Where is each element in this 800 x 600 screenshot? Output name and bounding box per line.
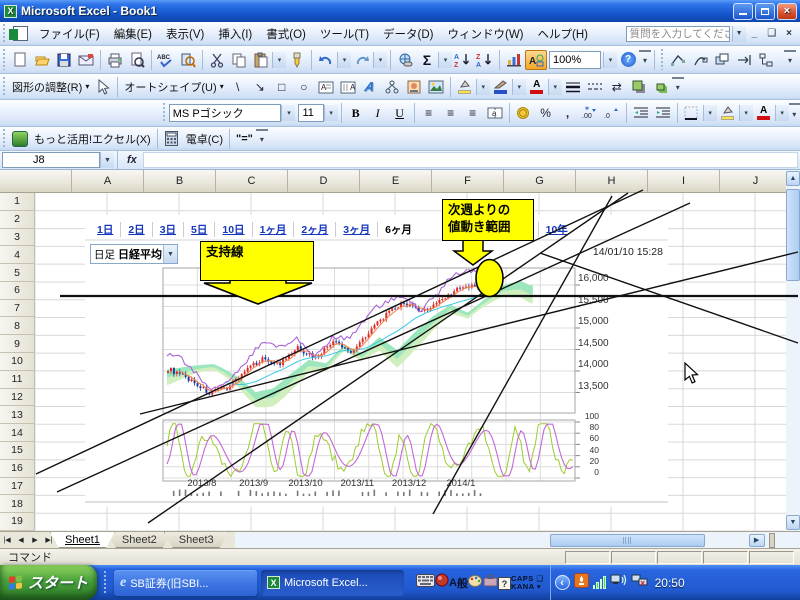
oscillator-tick: 100 <box>577 411 599 421</box>
tray-collapse-icon[interactable]: ‹ <box>555 575 570 590</box>
range-callout[interactable]: 次週よりの 値動き範囲 <box>442 199 534 241</box>
period-tab[interactable]: 3ヶ月 <box>335 222 377 237</box>
status-bar: コマンド <box>0 548 800 565</box>
horizontal-scroll-thumb[interactable] <box>550 534 705 547</box>
system-tray: ‹ × 20:50 <box>550 565 800 600</box>
first-sheet-icon[interactable]: |◀ <box>0 533 14 547</box>
sheet-tab-bar: |◀ ◀ ▶ ▶| Sheet1Sheet2Sheet3 ▶ <box>0 531 800 548</box>
horizontal-scrollbar[interactable]: ▶ <box>235 532 800 548</box>
oscillator-tick: 60 <box>577 433 599 443</box>
status-pane <box>749 551 794 564</box>
period-tab[interactable]: 6ヶ月 <box>377 222 419 237</box>
sheet-tab[interactable]: Sheet2 <box>107 532 172 548</box>
price-axis: 16,000 15,500 15,000 14,500 14,000 13,500 <box>578 273 609 393</box>
date-label: 2014/1 <box>435 478 487 489</box>
start-button[interactable]: スタート <box>0 565 97 600</box>
period-tab[interactable]: 2日 <box>120 222 151 237</box>
selector-name-label: 日経平均 <box>118 246 162 262</box>
status-mode: コマンド <box>8 549 52 565</box>
stock-chart-object[interactable]: 1日2日3日5日10日1ヶ月2ヶ月3ヶ月6ヶ月3年5年10年 日足 日経平均 ▼… <box>85 215 668 507</box>
clock[interactable]: 20:50 <box>655 576 685 590</box>
oscillator-axis: 1008060 40200 <box>577 411 599 477</box>
oscillator-tick: 0 <box>577 467 599 477</box>
svg-text:×: × <box>640 578 645 588</box>
period-tab[interactable]: 10日 <box>214 222 251 237</box>
tray-security-icon[interactable] <box>574 573 589 593</box>
tab-split-handle[interactable] <box>769 533 775 548</box>
status-pane <box>657 551 702 564</box>
tray-network-error-icon[interactable]: × <box>631 573 649 593</box>
range-callout-text-2: 値動き範囲 <box>448 219 528 236</box>
price-tick: 14,000 <box>578 359 609 371</box>
tray-signal-icon[interactable] <box>593 576 606 589</box>
period-tab[interactable]: 3日 <box>152 222 183 237</box>
vertical-scrollbar[interactable]: ▲ ▼ <box>786 170 800 531</box>
ime-tools-icon[interactable] <box>483 574 498 592</box>
sheet-tab[interactable]: Sheet3 <box>164 532 229 548</box>
scroll-up-icon[interactable]: ▲ <box>786 171 800 186</box>
excel-task-icon: X <box>267 576 280 589</box>
next-sheet-icon[interactable]: ▶ <box>28 533 42 547</box>
selector-type-label: 日足 <box>94 247 115 262</box>
taskbar: スタート e SB証券(旧SBI... X Microsoft Excel...… <box>0 565 800 600</box>
status-pane <box>703 551 748 564</box>
period-tab[interactable]: 2ヶ月 <box>293 222 335 237</box>
task-button-excel[interactable]: X Microsoft Excel... <box>261 570 404 596</box>
support-callout[interactable]: 支持線 <box>200 241 314 281</box>
sheet-tab[interactable]: Sheet1 <box>50 532 115 548</box>
ime-pen-icon[interactable] <box>435 573 449 592</box>
price-tick: 15,500 <box>578 295 609 307</box>
ime-conversion-mode[interactable]: 般 <box>457 575 468 591</box>
sheet-tabs: Sheet1Sheet2Sheet3 <box>58 532 229 548</box>
task-button-browser[interactable]: e SB証券(旧SBI... <box>114 570 257 596</box>
windows-logo-icon <box>9 575 23 590</box>
quote-timestamp: 14/01/10 15:28 <box>485 246 663 258</box>
ime-kana-indicator[interactable]: KANA ▾ <box>511 583 544 591</box>
date-axis: 2013/82013/92013/102013/112013/122014/1 <box>176 478 487 489</box>
range-callout-text-1: 次週よりの <box>448 202 528 219</box>
screen: X Microsoft Excel - Book1 × ファイル(F)編集(E)… <box>0 0 800 600</box>
period-tab[interactable]: 5日 <box>183 222 214 237</box>
tray-volume-icon[interactable] <box>610 573 627 592</box>
status-pane <box>565 551 610 564</box>
price-tick: 14,500 <box>578 338 609 350</box>
price-tick: 15,000 <box>578 316 609 328</box>
ime-help-icon[interactable]: ? <box>498 574 511 592</box>
scroll-down-icon[interactable]: ▼ <box>786 515 800 530</box>
quick-launch-handle[interactable] <box>103 571 108 595</box>
period-tab[interactable]: 1日 <box>90 222 120 237</box>
oscillator-tick: 40 <box>577 445 599 455</box>
date-label: 2013/10 <box>280 478 332 489</box>
internet-explorer-icon: e <box>120 575 126 591</box>
date-label: 2013/8 <box>176 478 228 489</box>
selector-dropdown-icon[interactable]: ▼ <box>163 245 177 263</box>
period-tab[interactable]: 10年 <box>538 222 575 237</box>
price-tick: 16,000 <box>578 273 609 285</box>
vertical-scroll-thumb[interactable] <box>786 189 800 281</box>
index-selector[interactable]: 日足 日経平均 ▼ <box>90 244 178 264</box>
prev-sheet-icon[interactable]: ◀ <box>14 533 28 547</box>
period-tab[interactable]: 1ヶ月 <box>252 222 294 237</box>
date-label: 2013/9 <box>228 478 280 489</box>
start-label: スタート <box>28 572 88 593</box>
oscillator-tick: 80 <box>577 422 599 432</box>
date-label: 2013/11 <box>331 478 383 489</box>
status-pane <box>611 551 656 564</box>
oscillator-tick: 20 <box>577 456 599 466</box>
ime-palette-icon[interactable] <box>468 573 483 592</box>
price-tick: 13,500 <box>578 381 609 393</box>
ime-input-mode[interactable]: A <box>449 577 457 589</box>
support-callout-text: 支持線 <box>206 245 244 259</box>
date-label: 2013/12 <box>383 478 435 489</box>
task-label: Microsoft Excel... <box>284 577 368 589</box>
scroll-right-icon[interactable]: ▶ <box>749 534 765 547</box>
task-label: SB証券(旧SBI... <box>130 575 208 591</box>
ime-keyboard-icon[interactable] <box>416 574 435 592</box>
